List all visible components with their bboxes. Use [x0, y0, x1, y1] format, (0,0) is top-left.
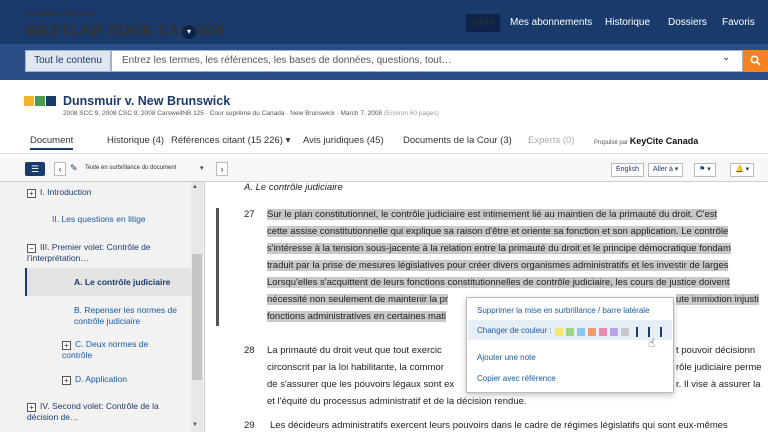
- tab-references-citant[interactable]: Références citant (15 226) ▾: [171, 134, 290, 148]
- tail-text: ute immixtion injusti: [676, 294, 759, 305]
- document-citation: 2008 SCC 9, 2008 CSC 9, 2008 CarswellNB …: [63, 110, 439, 117]
- tab-document[interactable]: Document: [30, 134, 74, 150]
- color-swatch-pink[interactable]: [599, 328, 607, 336]
- paragraph-line: r. Il vise à assurer la: [676, 379, 761, 390]
- sidebar-dotted-icon[interactable]: [636, 327, 638, 337]
- keycite-prefix: Propulsé par: [594, 140, 629, 146]
- color-swatch-green[interactable]: [566, 328, 574, 336]
- thomson-reuters-label: THOMSON REUTERS: [25, 11, 96, 18]
- nav-count-badge[interactable]: 2468: [466, 14, 501, 32]
- highlight-label[interactable]: Texte en surbrillance du document: [85, 165, 176, 171]
- paragraph-line: et l'équité du processus administratif e…: [267, 396, 527, 407]
- tab-documents-cour[interactable]: Documents de la Cour (3): [403, 134, 512, 148]
- color-swatch-purple[interactable]: [610, 328, 618, 336]
- paragraph-number: 29: [244, 420, 255, 431]
- search-icon: [750, 55, 761, 66]
- paragraph-29[interactable]: Les décideurs administratifs exercent le…: [270, 417, 728, 434]
- tab-historique[interactable]: Historique (4): [107, 134, 164, 148]
- keycite-logo: Propulsé par KeyCite Canada: [594, 134, 698, 150]
- green-check-icon: [35, 96, 45, 106]
- paragraph-line: rôle judiciaire perme: [676, 362, 762, 373]
- hand-cursor-icon: ☝: [648, 336, 656, 350]
- tab-avis-juridiques[interactable]: Avis juridiques (45): [303, 134, 384, 148]
- toc-label: I. Introduction: [40, 187, 92, 197]
- expand-icon[interactable]: +: [27, 189, 36, 198]
- goto-button[interactable]: Aller à ▾: [648, 163, 684, 177]
- color-swatch-orange[interactable]: [588, 328, 596, 336]
- color-swatch-blue[interactable]: [577, 328, 585, 336]
- copy-with-reference-item[interactable]: Copier avec référence: [477, 374, 556, 383]
- pen-icon[interactable]: ✎: [70, 163, 78, 174]
- paragraph-28-tails: t pouvoir décisionn rôle judiciaire perm…: [676, 342, 762, 393]
- sidebar-double-icon[interactable]: [660, 327, 662, 337]
- toc-label: IV. Second volet: Contrôle de la décisio…: [27, 401, 159, 422]
- scroll-up-icon[interactable]: ▲: [192, 184, 198, 190]
- document-title: Dunsmuir v. New Brunswick: [63, 94, 231, 108]
- highlighted-line: s'intéresse à la tension sous-jacente à …: [267, 243, 731, 254]
- brand-chevron-down-icon[interactable]: ▾: [182, 25, 196, 39]
- collapse-icon[interactable]: −: [27, 244, 36, 253]
- flag-filter-icon[interactable]: ⚑ ▾: [694, 163, 716, 177]
- document-tabs: Document Historique (4) Références citan…: [0, 134, 768, 154]
- highlighted-line: cette assise constitutionnelle qui expli…: [267, 226, 729, 237]
- color-swatch-gray[interactable]: [621, 328, 629, 336]
- keycite-brand: KeyCite Canada: [629, 136, 699, 146]
- paragraph-line: t pouvoir décisionn: [676, 345, 756, 356]
- nav-historique[interactable]: Historique: [605, 14, 650, 32]
- add-note-item[interactable]: Ajouter une note: [477, 353, 536, 362]
- toc-scroll-thumb[interactable]: [192, 254, 202, 380]
- toc-item-second-volet[interactable]: + IV. Second volet: Contrôle de la décisi…: [27, 401, 187, 423]
- search-dropdown-chevron-icon[interactable]: ⌄: [722, 52, 730, 63]
- change-color-label: Changer de couleur :: [477, 326, 552, 335]
- yellow-flag-icon: [24, 96, 34, 106]
- toc-item-introduction[interactable]: + I. Introduction: [27, 187, 177, 198]
- highlighted-line: traduit par la prise de mesures législat…: [267, 260, 729, 271]
- status-flags[interactable]: [24, 96, 57, 109]
- sidebar-bar-marker[interactable]: [216, 208, 219, 326]
- paragraph-number: 27: [244, 209, 255, 220]
- toc-item-repenser[interactable]: B. Repenser les normes de contrôle judic…: [74, 305, 184, 327]
- toc-label: III. Premier volet: Contrôle de l’interp…: [27, 242, 151, 263]
- nav-favoris[interactable]: Favoris: [722, 14, 755, 32]
- toc-item-deux-normes[interactable]: + C. Deux normes de contrôle: [62, 339, 172, 361]
- toc-label: C. Deux normes de contrôle: [62, 339, 149, 360]
- prev-arrow-icon[interactable]: ‹: [54, 162, 66, 176]
- search-scope-tab[interactable]: Tout le contenu: [25, 50, 111, 72]
- toc-label: D. Application: [75, 374, 127, 384]
- search-input[interactable]: Entrez les termes, les références, les b…: [111, 50, 743, 72]
- paragraph-number: 28: [244, 345, 255, 356]
- color-swatch-yellow[interactable]: [555, 328, 563, 336]
- toc-item-application[interactable]: + D. Application: [62, 374, 212, 385]
- nav-mes-abonnements[interactable]: Mes abonnements: [510, 14, 592, 32]
- expand-icon[interactable]: +: [27, 403, 36, 412]
- toc-item-premier-volet[interactable]: − III. Premier volet: Contrôle de l’inter…: [27, 242, 177, 264]
- highlighted-line-tail: ute immixtion injusti: [676, 291, 759, 308]
- toc-toggle-icon[interactable]: ☰: [25, 162, 45, 176]
- english-button[interactable]: English: [611, 163, 644, 177]
- nav-dossiers[interactable]: Dossiers: [668, 14, 707, 32]
- highlighted-line: Sur le plan constitutionnel, le contrôle…: [267, 209, 718, 220]
- highlighted-line: fonctions administratives en certaines m…: [267, 311, 446, 322]
- remove-highlight-item[interactable]: Supprimer la mise en surbrillance / barr…: [477, 306, 650, 315]
- section-heading: A. Le contrôle judiciaire: [244, 182, 343, 193]
- alert-bell-icon[interactable]: 🔔 ▾: [730, 163, 755, 177]
- highlight-dropdown-icon[interactable]: ▾: [200, 164, 204, 172]
- highlighted-line: Lorsqu'elles s'acquittent de leurs fonct…: [267, 277, 730, 288]
- expand-icon[interactable]: +: [62, 376, 71, 385]
- highlight-context-menu: Supprimer la mise en surbrillance / barr…: [466, 297, 674, 393]
- scroll-down-icon[interactable]: ▼: [192, 422, 198, 428]
- expand-icon[interactable]: +: [62, 341, 71, 350]
- citation-text: 2008 SCC 9, 2008 CSC 9, 2008 CarswellNB …: [63, 110, 383, 117]
- page-count: (Environ 60 pages): [383, 110, 439, 117]
- bookmark-icon: [46, 96, 56, 106]
- highlighted-line: nécessité non seulement de maintenir la …: [267, 294, 449, 305]
- next-arrow-icon[interactable]: ›: [216, 162, 228, 176]
- search-button[interactable]: [743, 50, 768, 72]
- toc-item-questions[interactable]: II. Les questions en litige: [52, 214, 202, 225]
- tab-experts[interactable]: Experts (0): [528, 134, 574, 148]
